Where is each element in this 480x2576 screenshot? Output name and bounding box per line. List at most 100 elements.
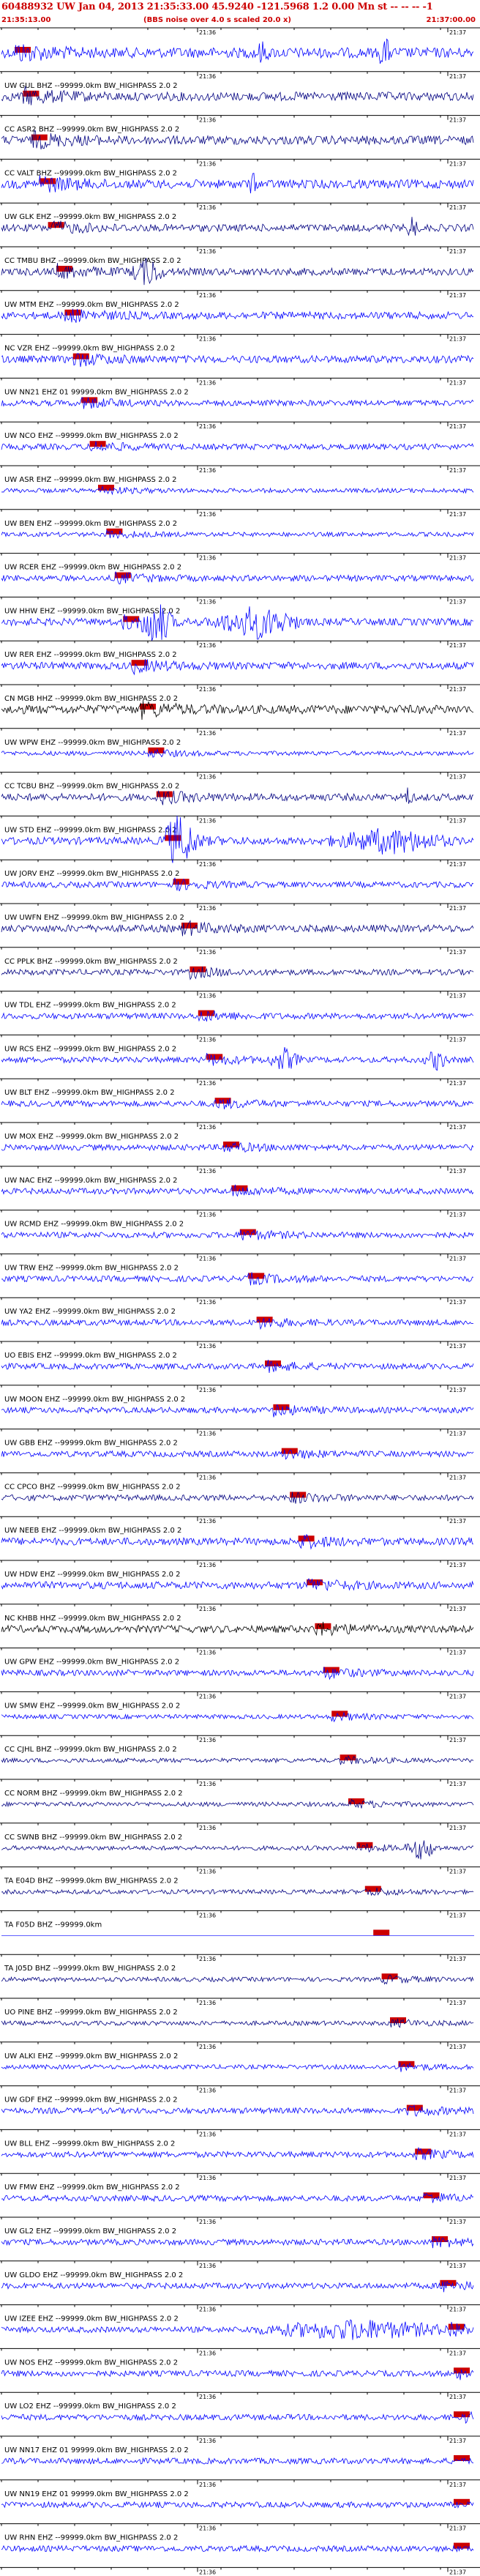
minute-tick-label: 21:36 xyxy=(199,1562,216,1568)
minute-tick-label: 21:36 xyxy=(199,1080,216,1087)
waveform-trace xyxy=(1,441,474,452)
trace-label: UW ASR EHZ --99999.0km BW_HIGHPASS 2.0 2 xyxy=(4,476,177,484)
trace-label: UW RCS EHZ --99999.0km BW_HIGHPASS 2.0 2 xyxy=(4,1045,176,1053)
trace-label: UW GUL BHZ --99999.0km BW_HIGHPASS 2.0 2 xyxy=(4,82,178,90)
minute-tick-label: 21:37 xyxy=(449,1869,466,1875)
waveform-trace xyxy=(1,701,473,721)
waveform-trace xyxy=(1,1887,474,1896)
minute-tick-label: 21:37 xyxy=(449,642,466,649)
minute-tick-label: 21:37 xyxy=(449,423,466,430)
minute-tick-label: 21:37 xyxy=(449,2131,466,2137)
trace-label: UW TRW EHZ --99999.0km BW_HIGHPASS 2.0 2 xyxy=(4,1264,179,1272)
minute-tick-label: 21:37 xyxy=(449,1343,466,1350)
minute-tick-label: 21:36 xyxy=(199,2350,216,2356)
minute-tick-label: 21:36 xyxy=(199,2044,216,2050)
minute-tick-label: 21:37 xyxy=(449,817,466,824)
trace-label: CN MGB HHZ --99999.0km BW_HIGHPASS 2.0 2 xyxy=(4,695,178,703)
trace-label: UW GL2 EHZ --99999.0km BW_HIGHPASS 2.0 2 xyxy=(4,2227,176,2236)
trace-label: CC TCBU BHZ --99999.0km BW_HIGHPASS 2.0 … xyxy=(4,783,179,791)
trace-label: UW BEN EHZ --99999.0km BW_HIGHPASS 2.0 2 xyxy=(4,520,177,528)
pick-marker xyxy=(148,747,165,753)
minute-tick-label: 21:36 xyxy=(199,2438,216,2444)
minute-tick-label: 21:37 xyxy=(449,2569,466,2575)
minute-tick-label: 21:36 xyxy=(199,117,216,124)
trace-label: UW IZEE EHZ --99999.0km BW_HIGHPASS 2.0 … xyxy=(4,2315,179,2323)
pick-marker xyxy=(356,1842,373,1848)
waveform-trace xyxy=(1,815,474,863)
waveform-trace xyxy=(1,658,474,676)
minute-tick-label: 21:37 xyxy=(449,1606,466,1612)
pick-marker xyxy=(364,1886,381,1892)
waveform-trace xyxy=(1,967,474,980)
minute-tick-label: 21:37 xyxy=(449,2000,466,2006)
trace-label: UW GLK EHZ --99999.0km BW_HIGHPASS 2.0 2 xyxy=(4,213,176,221)
minute-tick-label: 21:36 xyxy=(199,2088,216,2094)
minute-tick-label: 21:36 xyxy=(199,1299,216,1306)
minute-tick-label: 21:36 xyxy=(199,204,216,211)
minute-tick-label: 21:36 xyxy=(199,1124,216,1131)
minute-tick-label: 21:36 xyxy=(199,1912,216,1918)
minute-tick-label: 21:37 xyxy=(449,1299,466,1306)
trace-label: UW GDF EHZ --99999.0km BW_HIGHPASS 2.0 2 xyxy=(4,2096,178,2104)
waveform-trace xyxy=(1,2411,474,2424)
trace-label: UW RCER EHZ --99999.0km BW_HIGHPASS 2.0 … xyxy=(4,564,181,572)
waveform-trace xyxy=(1,1010,474,1022)
minute-tick-label: 21:37 xyxy=(449,1124,466,1131)
trace-label: UW UWFN EHZ --99999.0km BW_HIGHPASS 2.0 … xyxy=(4,914,184,922)
minute-tick-label: 21:36 xyxy=(199,248,216,255)
minute-tick-label: 21:37 xyxy=(449,1212,466,1218)
trace-label: UW BLL EHZ --99999.0km BW_HIGHPASS 2.0 2 xyxy=(4,2140,175,2148)
pick-marker xyxy=(239,1229,256,1235)
minute-tick-label: 21:37 xyxy=(449,2088,466,2094)
trace-label: UW NN17 EHZ 01 99999.0km BW_HIGHPASS 2.0… xyxy=(4,2446,189,2454)
waveform-trace xyxy=(1,2280,474,2293)
trace-label: TA J05D BHZ --99999.0km BW_HIGHPASS 2.0 … xyxy=(4,1965,176,1973)
waveform-trace xyxy=(1,2457,474,2465)
minute-tick-label: 21:37 xyxy=(449,2482,466,2488)
minute-tick-label: 21:36 xyxy=(199,642,216,649)
waveform-trace xyxy=(1,1533,474,1550)
minute-tick-label: 21:37 xyxy=(449,2350,466,2356)
trace-label: CC NORM BHZ --99999.0km BW_HIGHPASS 2.0 … xyxy=(4,1790,183,1798)
minute-tick-label: 21:36 xyxy=(199,1737,216,1743)
pick-marker xyxy=(373,1929,390,1936)
trace-label: CC SWNB BHZ --99999.0km BW_HIGHPASS 2.0 … xyxy=(4,1834,182,1842)
minute-tick-label: 21:37 xyxy=(449,993,466,999)
trace-label: NC VZR EHZ --99999.0km BW_HIGHPASS 2.0 2 xyxy=(4,345,175,353)
minute-tick-label: 21:36 xyxy=(199,686,216,693)
minute-tick-label: 21:37 xyxy=(449,160,466,167)
waveform-trace xyxy=(1,353,474,368)
waveform-trace xyxy=(1,920,474,937)
trace-label: UW STD EHZ --99999.0km BW_HIGHPASS 2.0 2 xyxy=(4,826,177,834)
minute-tick-label: 21:36 xyxy=(199,1168,216,1175)
minute-tick-label: 21:37 xyxy=(449,1255,466,1262)
minute-tick-label: 21:37 xyxy=(449,1956,466,1962)
minute-tick-label: 21:37 xyxy=(449,686,466,693)
minute-tick-label: 21:37 xyxy=(449,861,466,868)
minute-tick-label: 21:36 xyxy=(199,817,216,824)
minute-tick-label: 21:36 xyxy=(199,160,216,167)
waveform-trace xyxy=(1,748,474,758)
waveform-trace xyxy=(1,1840,474,1860)
waveform-trace xyxy=(1,1359,474,1374)
waveform-trace xyxy=(1,2545,474,2553)
waveform-trace xyxy=(1,2146,474,2161)
waveform-trace xyxy=(1,1449,474,1460)
minute-tick-label: 21:36 xyxy=(199,423,216,430)
minute-tick-label: 21:36 xyxy=(199,2131,216,2137)
minute-tick-label: 21:36 xyxy=(199,2263,216,2269)
minute-tick-label: 21:37 xyxy=(449,1387,466,1393)
minute-tick-label: 21:37 xyxy=(449,336,466,343)
minute-tick-label: 21:36 xyxy=(199,730,216,737)
trace-label: UW MOON EHZ --99999.0km BW_HIGHPASS 2.0 … xyxy=(4,1396,185,1404)
waveform-trace xyxy=(1,877,474,892)
trace-label: UW MTM EHZ --99999.0km BW_HIGHPASS 2.0 2 xyxy=(4,301,179,309)
trace-label: CC CJHL BHZ --99999.0km BW_HIGHPASS 2.0 … xyxy=(4,1746,177,1754)
trace-label: UW NN21 EHZ 01 99999.0km BW_HIGHPASS 2.0… xyxy=(4,388,189,396)
minute-tick-label: 21:37 xyxy=(449,2307,466,2313)
minute-tick-label: 21:36 xyxy=(199,1343,216,1350)
minute-tick-label: 21:36 xyxy=(199,861,216,868)
minute-tick-label: 21:37 xyxy=(449,511,466,518)
trace-label: CC CPCO BHZ --99999.0km BW_HIGHPASS 2.0 … xyxy=(4,1483,181,1491)
trace-label: UW HDW EHZ --99999.0km BW_HIGHPASS 2.0 2 xyxy=(4,1571,181,1579)
